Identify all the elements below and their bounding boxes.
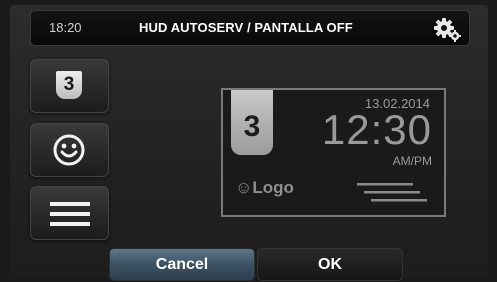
gear-icon[interactable] (431, 16, 465, 44)
ok-button[interactable]: OK (257, 248, 403, 281)
smiley-icon (52, 133, 86, 172)
menu-button[interactable] (30, 186, 109, 240)
page-title: HUD AUTOSERV / PANTALLA OFF (139, 20, 353, 35)
preview-time: 12:30 (321, 106, 432, 153)
header-bar: 18:20 HUD AUTOSERV / PANTALLA OFF (30, 10, 470, 46)
number-style-button[interactable]: 3 (30, 59, 109, 113)
preview-logo: ☺Logo (235, 178, 294, 197)
display-preview: 3 13.02.2014 12:30 AM/PM ☺Logo (221, 88, 446, 217)
logo-button[interactable] (30, 123, 109, 177)
preview-number: 3 (243, 110, 261, 143)
preview-lines-icon (357, 182, 427, 204)
header-clock: 18:20 (49, 20, 82, 35)
lines-icon (50, 201, 90, 232)
cancel-button[interactable]: Cancel (109, 248, 255, 281)
preview-number-tab: 3 (231, 90, 273, 155)
number-tab: 3 (56, 71, 82, 99)
preview-ampm: AM/PM (392, 154, 432, 168)
